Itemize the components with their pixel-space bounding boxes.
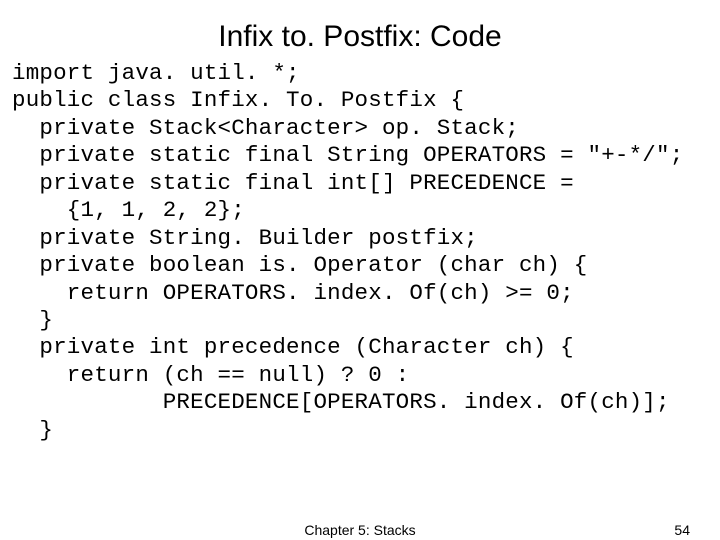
code-line: private static final int[] PRECEDENCE =: [12, 170, 574, 196]
code-line: }: [12, 307, 53, 333]
code-line: import java. util. *;: [12, 60, 300, 86]
code-line: PRECEDENCE[OPERATORS. index. Of(ch)];: [12, 389, 670, 415]
code-line: private String. Builder postfix;: [12, 225, 478, 251]
code-line: }: [12, 417, 53, 443]
footer-chapter: Chapter 5: Stacks: [0, 522, 720, 538]
slide: Infix to. Postfix: Code import java. uti…: [0, 0, 720, 540]
slide-title: Infix to. Postfix: Code: [0, 0, 720, 60]
code-line: public class Infix. To. Postfix {: [12, 87, 464, 113]
code-line: private int precedence (Character ch) {: [12, 334, 574, 360]
code-line: {1, 1, 2, 2};: [12, 197, 245, 223]
code-line: private Stack<Character> op. Stack;: [12, 115, 519, 141]
code-line: private boolean is. Operator (char ch) {: [12, 252, 588, 278]
footer-page-number: 54: [674, 522, 690, 538]
code-line: private static final String OPERATORS = …: [12, 142, 683, 168]
code-line: return OPERATORS. index. Of(ch) >= 0;: [12, 280, 574, 306]
code-line: return (ch == null) ? 0 :: [12, 362, 409, 388]
code-block: import java. util. *; public class Infix…: [0, 60, 720, 444]
